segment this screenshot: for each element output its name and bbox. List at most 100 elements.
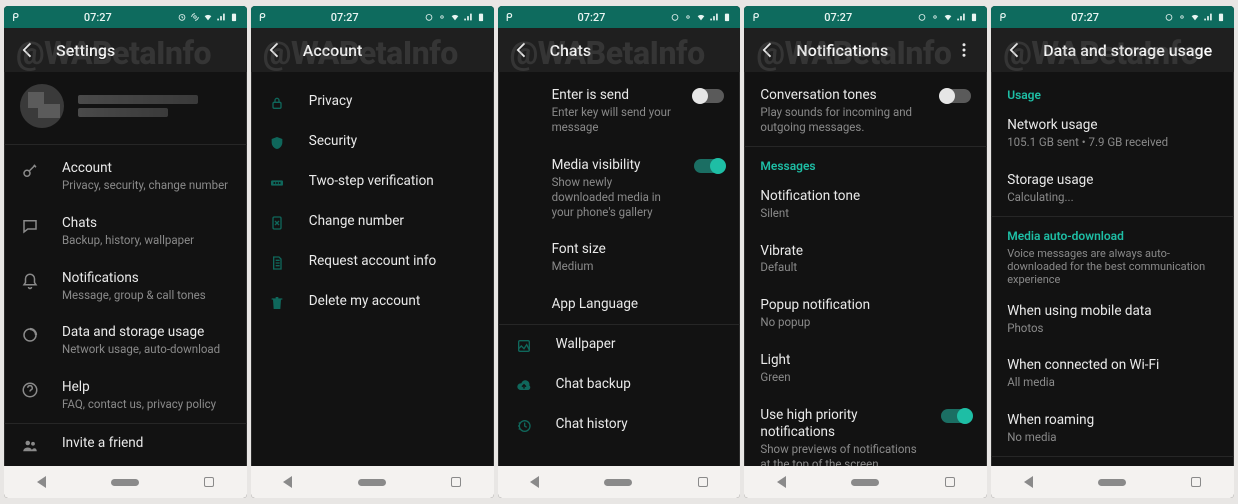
back-button[interactable]	[512, 40, 532, 60]
item-sub: No media	[1007, 430, 1218, 445]
chats-item-enter[interactable]: Enter is send Enter key will send your m…	[498, 76, 741, 146]
nav-back-icon[interactable]	[37, 476, 46, 488]
item-label: Use high priority notifications	[760, 407, 919, 441]
header-bar: Data and storage usage	[991, 28, 1234, 72]
nfc-icon	[437, 12, 447, 22]
nav-recent-icon[interactable]	[698, 477, 708, 487]
account-item-changenumber[interactable]: Change number	[251, 202, 494, 242]
item-label: Chat history	[556, 416, 725, 433]
enter-toggle[interactable]	[694, 89, 724, 103]
nav-back-icon[interactable]	[777, 476, 786, 488]
settings-item-notifications[interactable]: Notifications Message, group & call tone…	[4, 259, 247, 314]
settings-item-help[interactable]: Help FAQ, contact us, privacy policy	[4, 368, 247, 423]
hipri-toggle[interactable]	[941, 409, 971, 423]
chats-item-history[interactable]: Chat history	[498, 405, 741, 445]
account-item-request[interactable]: Request account info	[251, 242, 494, 282]
back-button[interactable]	[18, 40, 38, 60]
data-item-storage[interactable]: Storage usage Calculating...	[991, 161, 1234, 216]
status-bar: ᑭ 07:27	[498, 6, 741, 28]
notif-msg-hipri[interactable]: Use high priority notifications Show pre…	[744, 396, 987, 466]
item-sub: Photos	[1007, 321, 1218, 336]
nav-recent-icon[interactable]	[1191, 477, 1201, 487]
settings-item-account[interactable]: Account Privacy, security, change number	[4, 149, 247, 204]
status-time: 07:27	[759, 11, 917, 24]
data-item-mobile[interactable]: When using mobile data Photos	[991, 292, 1234, 347]
page-title: Notifications	[796, 41, 937, 60]
item-label: Media visibility	[552, 157, 673, 174]
nav-home-icon[interactable]	[111, 479, 139, 486]
settings-item-data[interactable]: Data and storage usage Network usage, au…	[4, 313, 247, 368]
notif-msg-vibrate[interactable]: Vibrate Default	[744, 232, 987, 287]
status-time: 07:27	[1006, 11, 1164, 24]
data-item-wifi[interactable]: When connected on Wi-Fi All media	[991, 346, 1234, 401]
account-item-security[interactable]: Security	[251, 122, 494, 162]
notif-msg-light[interactable]: Light Green	[744, 341, 987, 396]
profile-row[interactable]	[4, 72, 247, 144]
item-label: Light	[760, 352, 971, 369]
item-sub: 105.1 GB sent • 7.9 GB received	[1007, 135, 1218, 150]
status-p-icon: ᑭ	[259, 11, 266, 24]
nav-home-icon[interactable]	[604, 479, 632, 486]
back-button[interactable]	[758, 40, 778, 60]
nav-back-icon[interactable]	[283, 476, 292, 488]
back-button[interactable]	[265, 40, 285, 60]
nav-home-icon[interactable]	[851, 479, 879, 486]
data-item-roaming[interactable]: When roaming No media	[991, 401, 1234, 456]
item-sub: Default	[760, 260, 971, 275]
signal-icon	[463, 12, 473, 22]
nav-back-icon[interactable]	[1024, 476, 1033, 488]
twostep-icon	[267, 173, 287, 191]
notif-msg-tone[interactable]: Notification tone Silent	[744, 177, 987, 232]
more-button[interactable]	[955, 41, 973, 59]
back-button[interactable]	[1005, 40, 1025, 60]
nav-recent-icon[interactable]	[204, 477, 214, 487]
chats-item-media[interactable]: Media visibility Show newly downloaded m…	[498, 146, 741, 231]
section-usage: Usage	[991, 76, 1234, 106]
item-label: Request account info	[309, 253, 478, 270]
item-label: Popup notification	[760, 297, 971, 314]
settings-item-invite[interactable]: Invite a friend	[4, 424, 247, 466]
account-item-delete[interactable]: Delete my account	[251, 282, 494, 322]
nav-recent-icon[interactable]	[945, 477, 955, 487]
history-icon	[514, 416, 534, 434]
nav-back-icon[interactable]	[530, 476, 539, 488]
item-sub: Enter key will send your message	[552, 105, 673, 135]
account-item-twostep[interactable]: Two-step verification	[251, 162, 494, 202]
chats-item-backup[interactable]: Chat backup	[498, 365, 741, 405]
battery-icon	[722, 12, 732, 22]
settings-item-chats[interactable]: Chats Backup, history, wallpaper	[4, 204, 247, 259]
header-bar: Settings	[4, 28, 247, 72]
chats-item-wallpaper[interactable]: Wallpaper	[498, 325, 741, 365]
item-label: Data and storage usage	[62, 324, 231, 341]
page-title: Account	[303, 41, 480, 60]
item-sub: Calculating...	[1007, 190, 1218, 205]
nav-bar	[744, 466, 987, 498]
item-label: Conversation tones	[760, 87, 919, 104]
item-sub: Network usage, auto-download	[62, 342, 231, 357]
item-sub: Show newly downloaded media in your phon…	[552, 175, 673, 220]
header-bar: Chats	[498, 28, 741, 72]
item-label: Invite a friend	[62, 435, 231, 452]
convtones-toggle[interactable]	[941, 89, 971, 103]
nav-recent-icon[interactable]	[451, 477, 461, 487]
section-call: Call settings	[991, 457, 1234, 466]
item-label: Chats	[62, 215, 231, 232]
notif-msg-popup[interactable]: Popup notification No popup	[744, 286, 987, 341]
bell-icon	[20, 270, 40, 290]
nav-home-icon[interactable]	[358, 479, 386, 486]
item-sub: Medium	[552, 259, 725, 274]
notif-item-convtones[interactable]: Conversation tones Play sounds for incom…	[744, 76, 987, 146]
item-sub: Show previews of notifications at the to…	[760, 442, 919, 466]
data-item-network[interactable]: Network usage 105.1 GB sent • 7.9 GB rec…	[991, 106, 1234, 161]
nav-home-icon[interactable]	[1098, 479, 1126, 486]
people-icon	[20, 435, 40, 455]
status-p-icon: ᑭ	[752, 11, 759, 24]
item-label: When roaming	[1007, 412, 1218, 429]
media-toggle[interactable]	[694, 159, 724, 173]
account-item-privacy[interactable]: Privacy	[251, 82, 494, 122]
status-p-icon: ᑭ	[506, 11, 513, 24]
chats-item-fontsize[interactable]: Font size Medium	[498, 230, 741, 285]
item-label: Security	[309, 133, 478, 150]
chats-item-language[interactable]: App Language	[498, 285, 741, 324]
item-sub: Play sounds for incoming and outgoing me…	[760, 105, 919, 135]
